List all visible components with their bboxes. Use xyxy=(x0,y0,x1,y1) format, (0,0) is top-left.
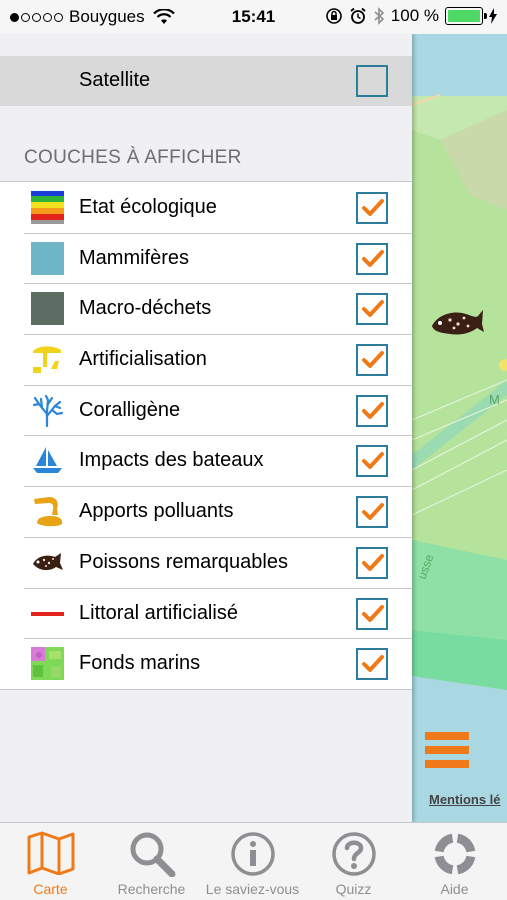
layer-checkbox[interactable] xyxy=(356,648,388,681)
layer-row-coralligene[interactable]: Coralligène xyxy=(0,384,412,436)
signal-strength-icon xyxy=(10,12,63,22)
layer-row-impacts-bateaux[interactable]: Impacts des bateaux xyxy=(0,435,412,486)
tab-label: Carte xyxy=(33,881,68,897)
checkmark-icon xyxy=(362,351,384,369)
pollutant-pipe-icon xyxy=(34,497,63,527)
status-bar: Bouygues 15:41 100 % xyxy=(0,0,507,34)
bluetooth-icon xyxy=(374,7,384,25)
layer-label: Apports polluants xyxy=(79,500,234,523)
layer-row-littoral-artificialise[interactable]: Littoral artificialisé xyxy=(0,587,412,639)
satellite-row[interactable]: Satellite xyxy=(0,56,412,106)
layer-label: Etat écologique xyxy=(79,196,217,218)
layer-label: Coralligène xyxy=(79,398,181,421)
search-icon xyxy=(130,832,175,877)
info-icon xyxy=(230,832,275,876)
checkmark-icon xyxy=(362,655,384,673)
checkmark-icon xyxy=(362,553,384,571)
checkmark-icon xyxy=(362,300,384,318)
layer-checkbox[interactable] xyxy=(356,445,388,478)
map-place-label: M xyxy=(489,392,500,407)
layer-checkbox[interactable] xyxy=(356,394,388,427)
layer-checkbox[interactable] xyxy=(356,344,388,377)
boat-icon xyxy=(33,447,62,474)
fish-icon xyxy=(33,552,63,570)
layer-row-fonds-marins[interactable]: Fonds marins xyxy=(0,638,412,689)
tab-bar: Carte Recherche Le saviez-vous Quizz Aid… xyxy=(0,822,507,900)
tab-label: Le saviez-vous xyxy=(205,881,300,897)
layer-row-poissons-remarquables[interactable]: Poissons remarquables xyxy=(0,536,412,588)
satellite-checkbox[interactable] xyxy=(356,65,388,97)
layer-label: Impacts des bateaux xyxy=(79,449,264,472)
charging-bolt-icon xyxy=(489,8,497,24)
satellite-label: Satellite xyxy=(79,69,151,91)
coral-icon xyxy=(32,394,64,427)
battery-icon xyxy=(445,7,487,25)
carrier-name: Bouygues xyxy=(69,7,145,26)
menu-bar-icon xyxy=(425,760,469,768)
tab-le-saviez-vous[interactable]: Le saviez-vous xyxy=(202,823,303,900)
layer-checkbox[interactable] xyxy=(356,192,388,224)
layer-row-artificialisation[interactable]: Artificialisation xyxy=(0,334,412,385)
checkmark-icon xyxy=(362,604,384,622)
checkmark-icon xyxy=(362,452,384,470)
layer-label: Poissons remarquables xyxy=(79,550,288,573)
layer-row-mammiferes[interactable]: Mammifères xyxy=(0,232,412,284)
artificialisation-icon xyxy=(33,346,61,374)
ecological-status-icon xyxy=(31,191,64,224)
section-title: COUCHES À AFFICHER xyxy=(24,147,242,168)
map-icon xyxy=(27,831,74,875)
question-icon xyxy=(331,832,376,876)
checkmark-icon xyxy=(362,199,384,216)
layer-row-apports-polluants[interactable]: Apports polluants xyxy=(0,486,412,537)
layer-row-macro-dechets[interactable]: Macro-déchets xyxy=(0,283,412,334)
layers-list: Etat écologique Mammifères Macro-déchets xyxy=(0,181,412,690)
checkmark-icon xyxy=(362,249,384,267)
layer-checkbox[interactable] xyxy=(356,546,388,579)
layer-label: Fonds marins xyxy=(79,652,201,675)
layer-row-etat-ecologique[interactable]: Etat écologique xyxy=(0,182,412,233)
tab-recherche[interactable]: Recherche xyxy=(101,823,202,900)
map-menu-button[interactable] xyxy=(425,732,469,768)
layer-checkbox[interactable] xyxy=(356,242,388,275)
lifebuoy-icon xyxy=(433,833,476,875)
layer-checkbox[interactable] xyxy=(356,293,388,326)
rotation-lock-icon xyxy=(325,8,342,24)
tab-label: Aide xyxy=(440,881,469,897)
battery-percentage: 100 % xyxy=(390,6,439,25)
menu-bar-icon xyxy=(425,746,469,754)
tab-aide[interactable]: Aide xyxy=(404,823,505,900)
menu-bar-icon xyxy=(425,732,469,740)
tab-label: Recherche xyxy=(117,881,186,897)
layer-label: Littoral artificialisé xyxy=(79,601,238,624)
alarm-icon xyxy=(350,7,366,24)
layer-checkbox[interactable] xyxy=(356,496,388,529)
tab-label: Quizz xyxy=(335,881,372,897)
layer-checkbox[interactable] xyxy=(356,597,388,630)
seabed-icon xyxy=(31,647,64,681)
layer-label: Mammifères xyxy=(79,246,190,269)
layers-panel: Satellite COUCHES À AFFICHER Etat écolog… xyxy=(0,34,412,822)
map-attribution-link[interactable]: Mentions lé xyxy=(429,792,501,807)
macro-waste-icon xyxy=(31,292,64,326)
artificial-coastline-icon xyxy=(31,611,64,616)
layer-label: Macro-déchets xyxy=(79,297,212,320)
checkmark-icon xyxy=(362,503,384,521)
checkmark-icon xyxy=(362,401,384,419)
tab-carte[interactable]: Carte xyxy=(0,823,101,900)
wifi-icon xyxy=(152,9,175,24)
tab-quizz[interactable]: Quizz xyxy=(303,823,404,900)
mammals-icon xyxy=(31,241,64,275)
layer-label: Artificialisation xyxy=(79,348,207,371)
